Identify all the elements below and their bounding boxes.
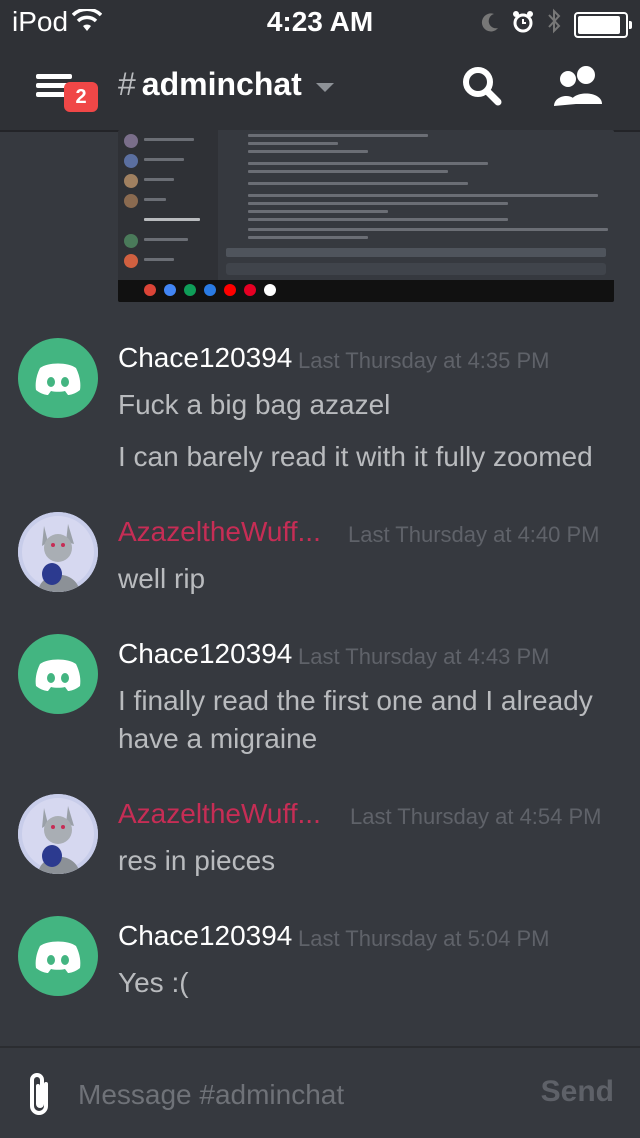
username[interactable]: AzazeltheWuff...: [118, 798, 321, 830]
message-text: I finally read the first one and I alrea…: [118, 685, 593, 754]
notification-badge: 2: [64, 82, 98, 112]
send-button[interactable]: Send: [535, 1074, 620, 1110]
search-icon[interactable]: [460, 64, 510, 114]
bluetooth-icon: [546, 8, 562, 41]
channel-header: 2 # adminchat: [0, 40, 640, 132]
avatar[interactable]: [18, 338, 98, 418]
message-text: I can barely read it with it fully zoome…: [118, 441, 593, 472]
username[interactable]: Chace120394: [118, 342, 292, 374]
wolf-avatar-image: [18, 512, 98, 592]
discord-logo-icon: [35, 363, 81, 395]
timestamp: Last Thursday at 4:54 PM: [350, 804, 602, 829]
battery-icon: [574, 11, 632, 38]
avatar[interactable]: [18, 794, 98, 874]
alarm-icon: [512, 9, 534, 41]
timestamp: Last Thursday at 4:40 PM: [348, 522, 600, 547]
message-text: Yes :(: [118, 967, 189, 998]
avatar[interactable]: [18, 916, 98, 996]
avatar[interactable]: [18, 512, 98, 592]
status-bar: iPod 4:23 AM: [0, 0, 640, 40]
username[interactable]: AzazeltheWuff...: [118, 516, 321, 548]
message-text: Fuck a big bag azazel: [118, 389, 391, 420]
timestamp: Last Thursday at 5:04 PM: [298, 926, 550, 951]
hamburger-menu-button[interactable]: 2: [36, 70, 98, 112]
channel-hash: #: [118, 66, 136, 102]
message-text: well rip: [118, 563, 206, 594]
attach-paperclip-icon[interactable]: [22, 1070, 58, 1120]
username[interactable]: Chace120394: [118, 920, 292, 952]
message-input[interactable]: [76, 1074, 520, 1116]
message-composer: Send: [0, 1046, 640, 1138]
timestamp: Last Thursday at 4:35 PM: [298, 348, 550, 373]
moon-icon: [480, 9, 500, 41]
timestamp: Last Thursday at 4:43 PM: [298, 644, 550, 669]
wolf-avatar-image: [18, 794, 98, 874]
avatar[interactable]: [18, 634, 98, 714]
channel-title[interactable]: # adminchat: [118, 66, 334, 103]
attached-screenshot-image[interactable]: [118, 130, 614, 302]
message-list[interactable]: Chace120394 Last Thursday at 4:35 PM Fuc…: [0, 130, 640, 1045]
chevron-down-icon: [315, 83, 334, 92]
message-text: res in pieces: [118, 845, 276, 876]
channel-name: adminchat: [141, 66, 302, 102]
discord-logo-icon: [35, 941, 81, 973]
discord-logo-icon: [35, 659, 81, 691]
username[interactable]: Chace120394: [118, 638, 292, 670]
members-icon[interactable]: [552, 64, 602, 114]
